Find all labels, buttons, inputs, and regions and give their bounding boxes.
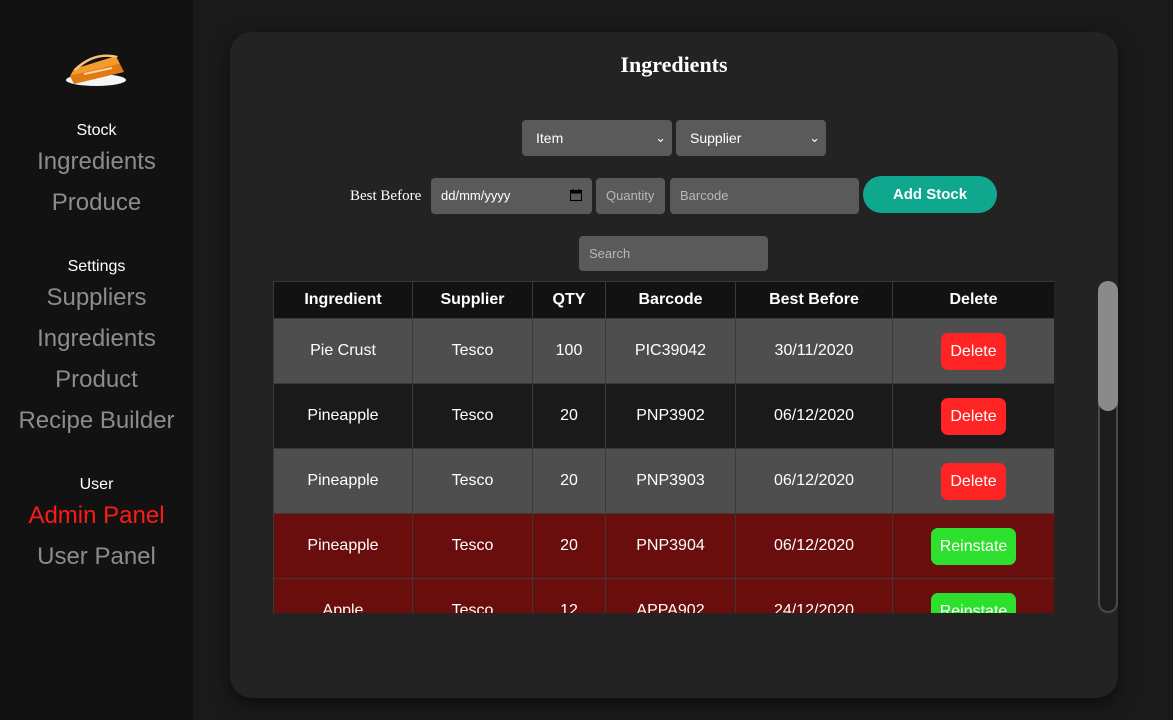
sidebar: Stock Ingredients Produce Settings Suppl… [0, 0, 193, 720]
cell-supplier: Tesco [412, 383, 533, 449]
date-input-value: dd/mm/yyyy [441, 188, 511, 203]
sidebar-item-settings-ingredients[interactable]: Ingredients [0, 318, 193, 359]
item-select[interactable]: Item ⌄ [522, 120, 672, 156]
ingredients-table-container: Ingredient Supplier QTY Barcode Best Bef… [273, 281, 1054, 613]
cell-barcode: PNP3903 [605, 448, 736, 514]
table-row-removed: Pineapple Tesco 20 PNP3904 06/12/2020 Re… [273, 513, 1054, 579]
cell-supplier: Tesco [412, 318, 533, 384]
table-row: Pie Crust Tesco 100 PIC39042 30/11/2020 … [273, 318, 1054, 384]
add-stock-button[interactable]: Add Stock [863, 176, 997, 213]
sidebar-item-recipe-builder[interactable]: Recipe Builder [0, 400, 193, 441]
sidebar-item-admin-panel[interactable]: Admin Panel [0, 495, 193, 536]
best-before-label: Best Before [350, 188, 422, 204]
calendar-icon[interactable] [570, 189, 582, 201]
cell-qty: 20 [532, 513, 606, 579]
delete-button[interactable]: Delete [941, 397, 1006, 435]
cell-best-before: 24/12/2020 [735, 578, 893, 613]
cell-ingredient: Pineapple [273, 448, 413, 514]
table-row-removed: Apple Tesco 12 APPA902 24/12/2020 Reinst… [273, 578, 1054, 613]
ingredients-table: Ingredient Supplier QTY Barcode Best Bef… [273, 281, 1054, 613]
table-scrollbar-thumb[interactable] [1098, 281, 1118, 411]
cell-action: Reinstate [892, 513, 1054, 579]
sidebar-group-settings: Settings Suppliers Ingredients Product R… [0, 257, 193, 441]
cell-barcode: PIC39042 [605, 318, 736, 384]
chevron-down-icon: ⌄ [809, 130, 820, 145]
delete-button[interactable]: Delete [941, 332, 1006, 370]
sidebar-heading-stock: Stock [76, 122, 117, 139]
header-delete[interactable]: Delete [892, 281, 1054, 319]
sidebar-group-user: User Admin Panel User Panel [0, 475, 193, 577]
table-header-row: Ingredient Supplier QTY Barcode Best Bef… [273, 281, 1054, 319]
cell-supplier: Tesco [412, 578, 533, 613]
delete-button[interactable]: Delete [941, 462, 1006, 500]
cell-action: Delete [892, 318, 1054, 384]
table-row: Pineapple Tesco 20 PNP3903 06/12/2020 De… [273, 448, 1054, 514]
sidebar-heading-user: User [79, 476, 114, 493]
cell-supplier: Tesco [412, 448, 533, 514]
search-placeholder: Search [589, 246, 631, 261]
best-before-date-input[interactable]: dd/mm/yyyy [431, 178, 592, 214]
reinstate-button[interactable]: Reinstate [930, 527, 1017, 565]
main-panel: Ingredients Item ⌄ Supplier ⌄ Best Befor… [230, 32, 1118, 698]
cell-best-before: 06/12/2020 [735, 448, 893, 514]
cell-best-before: 06/12/2020 [735, 513, 893, 579]
sidebar-group-stock: Stock Ingredients Produce [0, 121, 193, 223]
chevron-down-icon: ⌄ [655, 130, 666, 145]
cell-qty: 20 [532, 448, 606, 514]
cell-barcode: APPA902 [605, 578, 736, 613]
cell-ingredient: Apple [273, 578, 413, 613]
cell-action: Delete [892, 383, 1054, 449]
cell-ingredient: Pie Crust [273, 318, 413, 384]
sidebar-item-product[interactable]: Product [0, 359, 193, 400]
search-input[interactable]: Search [579, 236, 768, 271]
cell-ingredient: Pineapple [273, 513, 413, 579]
quantity-placeholder: Quantity [606, 188, 655, 203]
barcode-placeholder: Barcode [680, 188, 729, 203]
header-supplier[interactable]: Supplier [412, 281, 533, 319]
sidebar-item-user-panel[interactable]: User Panel [0, 536, 193, 577]
cell-barcode: PNP3902 [605, 383, 736, 449]
reinstate-button[interactable]: Reinstate [930, 592, 1017, 613]
cell-ingredient: Pineapple [273, 383, 413, 449]
header-ingredient[interactable]: Ingredient [273, 281, 413, 319]
cell-barcode: PNP3904 [605, 513, 736, 579]
sidebar-heading-settings: Settings [67, 258, 126, 275]
table-row: Pineapple Tesco 20 PNP3902 06/12/2020 De… [273, 383, 1054, 449]
cell-action: Delete [892, 448, 1054, 514]
cell-action: Reinstate [892, 578, 1054, 613]
header-best-before[interactable]: Best Before [735, 281, 893, 319]
barcode-input[interactable]: Barcode [670, 178, 859, 214]
supplier-select-value: Supplier [690, 130, 742, 146]
cell-qty: 20 [532, 383, 606, 449]
pie-icon[interactable] [64, 42, 130, 92]
cell-qty: 100 [532, 318, 606, 384]
cell-supplier: Tesco [412, 513, 533, 579]
header-qty[interactable]: QTY [532, 281, 606, 319]
sidebar-item-produce[interactable]: Produce [0, 182, 193, 223]
header-barcode[interactable]: Barcode [605, 281, 736, 319]
cell-best-before: 06/12/2020 [735, 383, 893, 449]
cell-qty: 12 [532, 578, 606, 613]
item-select-value: Item [536, 130, 564, 146]
sidebar-item-stock-ingredients[interactable]: Ingredients [0, 141, 193, 182]
quantity-input[interactable]: Quantity [596, 178, 665, 214]
cell-best-before: 30/11/2020 [735, 318, 893, 384]
page-title: Ingredients [620, 52, 728, 77]
sidebar-item-suppliers[interactable]: Suppliers [0, 277, 193, 318]
supplier-select[interactable]: Supplier ⌄ [676, 120, 826, 156]
